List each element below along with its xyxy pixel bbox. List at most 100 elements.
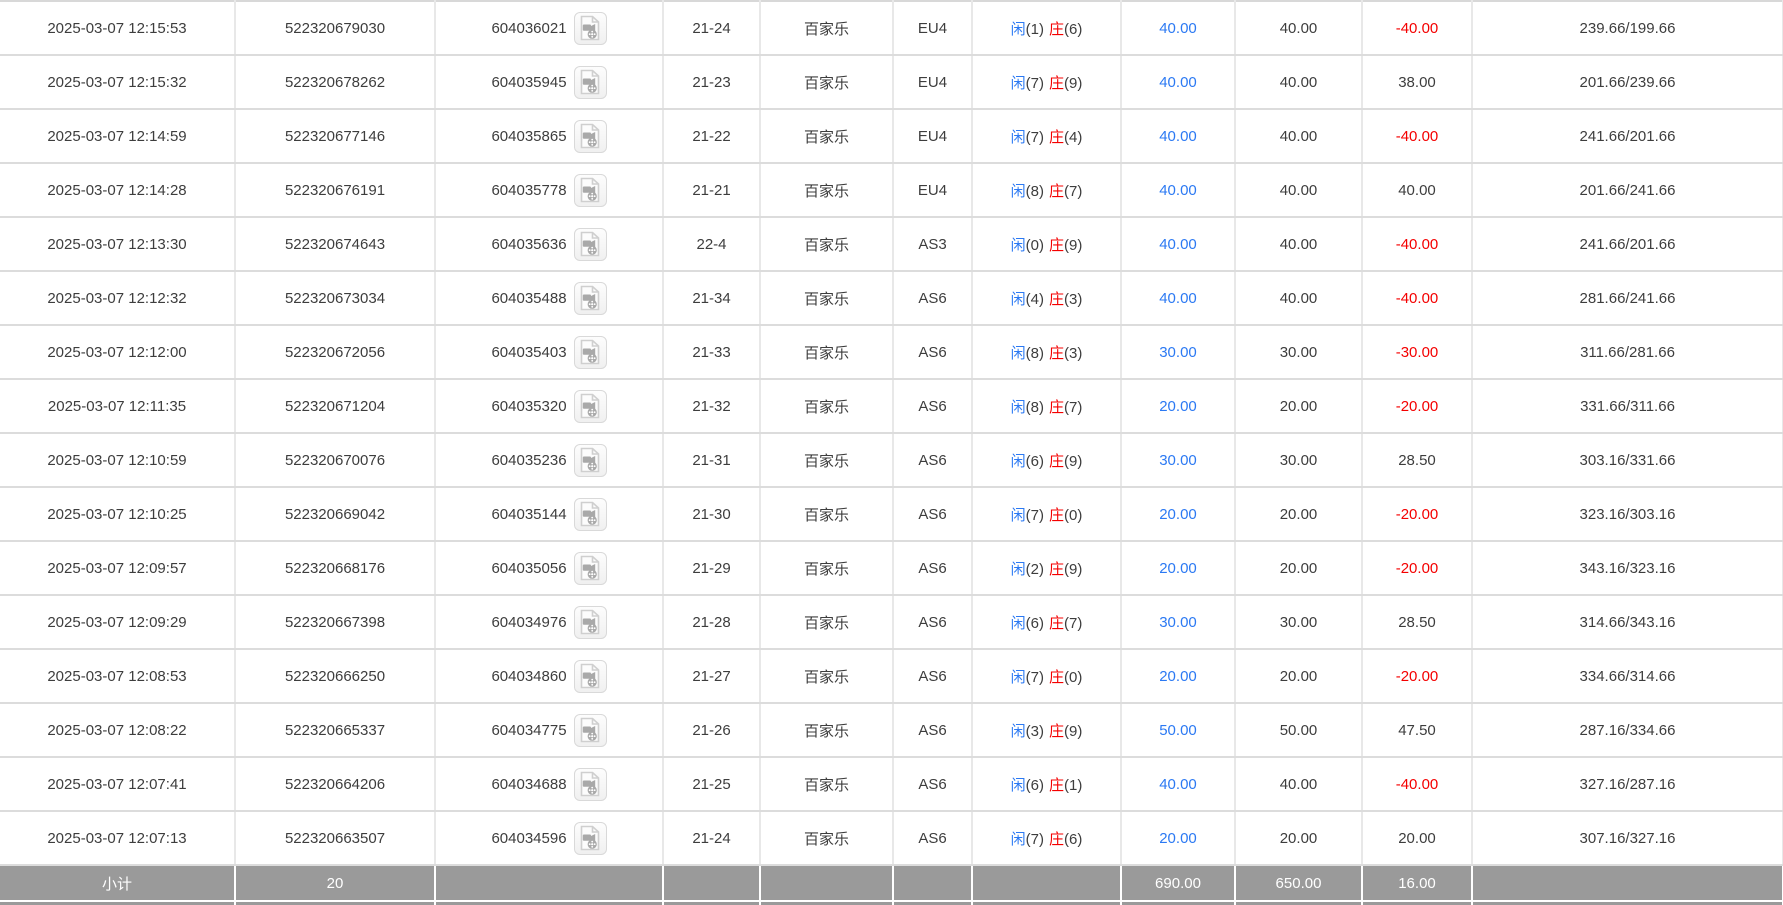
result-banker-label: 庄 xyxy=(1049,507,1064,524)
cell-bet-id: 522320670076 xyxy=(235,433,435,487)
cell-table-code: AS6 xyxy=(893,325,972,379)
cell-result: 闲(7)庄(4) xyxy=(972,109,1121,163)
cell-balance: 241.66/201.66 xyxy=(1472,109,1783,163)
video-replay-icon[interactable] xyxy=(574,282,607,315)
bet-amount-link[interactable]: 40.00 xyxy=(1159,128,1197,145)
cell-table-round: 21-27 xyxy=(663,649,760,703)
video-replay-icon[interactable] xyxy=(574,390,607,423)
cell-win-loss: -40.00 xyxy=(1362,1,1472,55)
cell-table-round: 21-23 xyxy=(663,55,760,109)
bet-amount-link[interactable]: 40.00 xyxy=(1159,776,1197,793)
bet-amount-link[interactable]: 40.00 xyxy=(1159,290,1197,307)
video-replay-icon[interactable] xyxy=(574,120,607,153)
result-player-count: (3) xyxy=(1026,723,1044,740)
cell-balance: 314.66/343.16 xyxy=(1472,595,1783,649)
video-replay-icon[interactable] xyxy=(574,822,607,855)
video-replay-icon[interactable] xyxy=(574,66,607,99)
cell-win-loss: 38.00 xyxy=(1362,55,1472,109)
bet-amount-link[interactable]: 20.00 xyxy=(1159,668,1197,685)
video-replay-icon[interactable] xyxy=(574,714,607,747)
result-player-label: 闲 xyxy=(1011,453,1026,470)
cell-valid-amount: 40.00 xyxy=(1235,271,1362,325)
cell-win-loss: -40.00 xyxy=(1362,757,1472,811)
video-replay-icon[interactable] xyxy=(574,12,607,45)
video-replay-icon[interactable] xyxy=(574,228,607,261)
cell-game-name: 百家乐 xyxy=(760,757,893,811)
cell-result: 闲(4)庄(3) xyxy=(972,271,1121,325)
cell-table-code: AS6 xyxy=(893,703,972,757)
cell-time: 2025-03-07 12:09:29 xyxy=(0,595,235,649)
subtotal-empty-result xyxy=(972,865,1121,900)
subtotal-empty-gamename xyxy=(760,865,893,900)
game-id-value: 604035488 xyxy=(491,290,566,307)
cell-game-id: 604035636 xyxy=(435,217,663,271)
bet-amount-link[interactable]: 30.00 xyxy=(1159,452,1197,469)
bet-amount-link[interactable]: 20.00 xyxy=(1159,398,1197,415)
result-banker-count: (9) xyxy=(1064,75,1082,92)
result-banker-label: 庄 xyxy=(1049,669,1064,686)
result-banker-count: (6) xyxy=(1064,21,1082,38)
bet-amount-link[interactable]: 40.00 xyxy=(1159,20,1197,37)
cell-game-id: 604034688 xyxy=(435,757,663,811)
bet-amount-link[interactable]: 30.00 xyxy=(1159,614,1197,631)
bet-amount-link[interactable]: 50.00 xyxy=(1159,722,1197,739)
bet-amount-link[interactable]: 20.00 xyxy=(1159,506,1197,523)
game-id-value: 604034775 xyxy=(491,722,566,739)
cell-game-name: 百家乐 xyxy=(760,271,893,325)
video-replay-icon[interactable] xyxy=(574,444,607,477)
bet-amount-link[interactable]: 40.00 xyxy=(1159,74,1197,91)
cell-table-code: AS6 xyxy=(893,433,972,487)
video-replay-icon[interactable] xyxy=(574,174,607,207)
cell-valid-amount: 40.00 xyxy=(1235,163,1362,217)
result-player-count: (7) xyxy=(1026,831,1044,848)
result-player-count: (6) xyxy=(1026,615,1044,632)
winloss-value: -40.00 xyxy=(1396,776,1439,793)
cell-table-code: EU4 xyxy=(893,1,972,55)
bet-amount-link[interactable]: 40.00 xyxy=(1159,182,1197,199)
video-replay-icon[interactable] xyxy=(574,606,607,639)
cell-table-round: 21-29 xyxy=(663,541,760,595)
cell-time: 2025-03-07 12:12:32 xyxy=(0,271,235,325)
game-id-value: 604035056 xyxy=(491,560,566,577)
cell-game-name: 百家乐 xyxy=(760,325,893,379)
cell-table-round: 21-31 xyxy=(663,433,760,487)
records-tbody: 2025-03-07 12:15:53 522320679030 6040360… xyxy=(0,1,1783,865)
cell-time: 2025-03-07 12:14:59 xyxy=(0,109,235,163)
cell-time: 2025-03-07 12:08:22 xyxy=(0,703,235,757)
cell-result: 闲(0)庄(9) xyxy=(972,217,1121,271)
bet-amount-link[interactable]: 20.00 xyxy=(1159,830,1197,847)
cell-bet-id: 522320664206 xyxy=(235,757,435,811)
cell-time: 2025-03-07 12:10:59 xyxy=(0,433,235,487)
bet-amount-link[interactable]: 30.00 xyxy=(1159,344,1197,361)
cell-game-name: 百家乐 xyxy=(760,487,893,541)
cell-result: 闲(3)庄(9) xyxy=(972,703,1121,757)
cell-table-round: 21-30 xyxy=(663,487,760,541)
subtotal-empty-table xyxy=(893,865,972,900)
table-row: 2025-03-07 12:11:35 522320671204 6040353… xyxy=(0,379,1783,433)
result-player-label: 闲 xyxy=(1011,129,1026,146)
cell-bet-id: 522320666250 xyxy=(235,649,435,703)
video-replay-icon[interactable] xyxy=(574,552,607,585)
video-replay-icon[interactable] xyxy=(574,336,607,369)
video-replay-icon[interactable] xyxy=(574,768,607,801)
result-player-label: 闲 xyxy=(1011,669,1026,686)
result-player-count: (6) xyxy=(1026,777,1044,794)
cell-table-round: 21-26 xyxy=(663,703,760,757)
cell-valid-amount: 20.00 xyxy=(1235,541,1362,595)
cell-time: 2025-03-07 12:11:35 xyxy=(0,379,235,433)
bet-amount-link[interactable]: 20.00 xyxy=(1159,560,1197,577)
result-player-label: 闲 xyxy=(1011,291,1026,308)
video-replay-icon[interactable] xyxy=(574,498,607,531)
result-player-label: 闲 xyxy=(1011,723,1026,740)
winloss-value: 28.50 xyxy=(1398,452,1436,469)
result-banker-label: 庄 xyxy=(1049,399,1064,416)
cell-valid-amount: 30.00 xyxy=(1235,433,1362,487)
bet-amount-link[interactable]: 40.00 xyxy=(1159,236,1197,253)
video-replay-icon[interactable] xyxy=(574,660,607,693)
cell-result: 闲(8)庄(3) xyxy=(972,325,1121,379)
subtotal-count: 20 xyxy=(235,865,435,900)
cell-game-id: 604034860 xyxy=(435,649,663,703)
result-banker-count: (9) xyxy=(1064,237,1082,254)
result-banker-count: (9) xyxy=(1064,561,1082,578)
cell-valid-amount: 20.00 xyxy=(1235,379,1362,433)
